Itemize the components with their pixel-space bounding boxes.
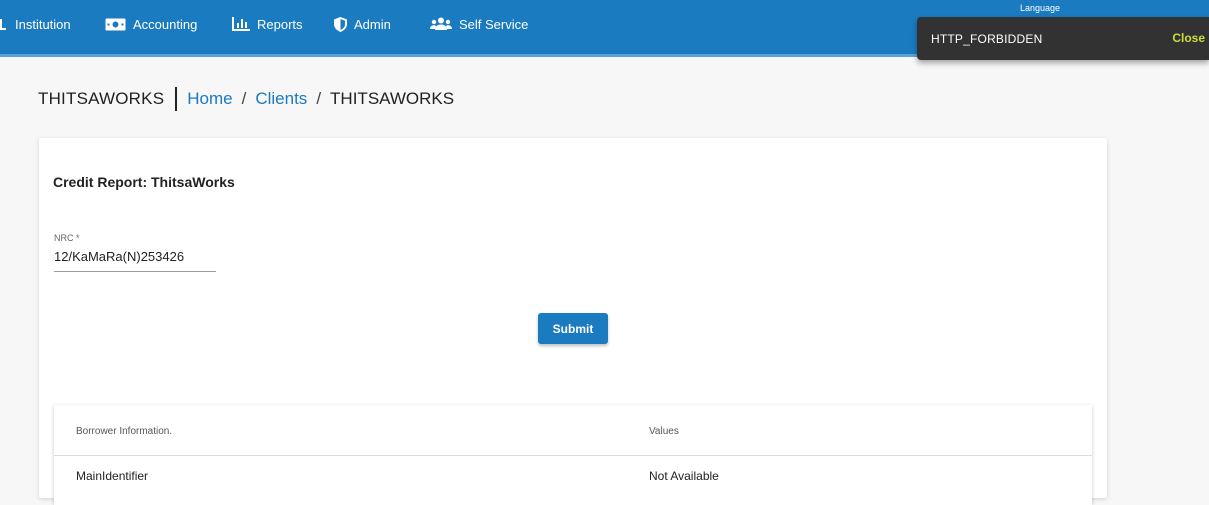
nav-reports-label: Reports (257, 16, 303, 32)
bar-chart-icon (232, 17, 250, 31)
column-header-values: Values (649, 426, 679, 437)
table-cell-value: Not Available (649, 469, 719, 483)
column-header-borrower-information: Borrower Information. (76, 426, 173, 437)
nav-reports[interactable]: Reports (232, 0, 303, 48)
breadcrumb-separator: / (316, 89, 322, 108)
nav-self-service[interactable]: Self Service (430, 0, 528, 48)
breadcrumb-current: THITSAWORKS (330, 89, 455, 108)
nav-accounting[interactable]: Accounting (105, 0, 197, 48)
borrower-info-table: Borrower Information. Values MainIdentif… (54, 405, 1092, 505)
error-snackbar: HTTP_FORBIDDEN Close (917, 17, 1209, 60)
language-label: Language (1020, 3, 1061, 13)
nrc-label: NRC * (54, 233, 80, 243)
nav-admin-label: Admin (354, 16, 391, 32)
nav-self-service-label: Self Service (459, 16, 529, 32)
page-title: THITSAWORKS (38, 89, 165, 108)
credit-report-card: Credit Report: ThitsaWorks NRC * Submit … (39, 138, 1107, 505)
nrc-field: NRC * (54, 233, 216, 272)
shield-icon (334, 16, 347, 32)
card-title: Credit Report: ThitsaWorks (53, 174, 235, 190)
table-row: MainIdentifier Not Available (54, 456, 1092, 496)
heading-divider (175, 87, 178, 111)
snackbar-message: HTTP_FORBIDDEN (931, 32, 1043, 46)
breadcrumb-clients-link[interactable]: Clients (255, 89, 307, 109)
institution-icon (0, 17, 8, 31)
nav-institution-label: Institution (15, 16, 71, 32)
money-icon (105, 18, 126, 31)
breadcrumb-separator: / (241, 89, 247, 108)
page-heading: THITSAWORKS Home / Clients / THITSAWORKS (38, 87, 454, 111)
nav-admin[interactable]: Admin (334, 0, 391, 48)
nrc-input[interactable] (54, 249, 216, 272)
table-header-row: Borrower Information. Values (54, 405, 1092, 456)
nav-institution[interactable]: Institution (0, 0, 71, 48)
table-cell-field: MainIdentifier (76, 469, 149, 483)
nav-accounting-label: Accounting (133, 16, 198, 32)
users-icon (430, 17, 452, 31)
submit-button[interactable]: Submit (538, 313, 608, 344)
breadcrumb-home-link[interactable]: Home (187, 89, 232, 109)
snackbar-close-button[interactable]: Close (1172, 31, 1205, 45)
